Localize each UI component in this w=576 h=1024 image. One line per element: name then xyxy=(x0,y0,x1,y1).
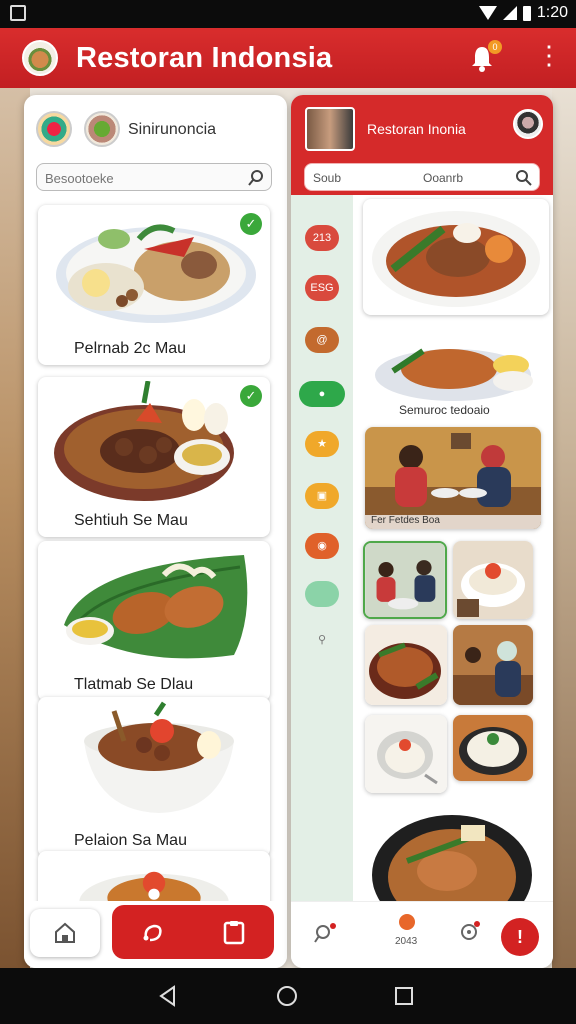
list-item[interactable]: Tlatmab Se Dlau xyxy=(38,541,270,701)
right-panel-header: Restoran Inonia Soub Ooanrb xyxy=(291,95,553,195)
food-image xyxy=(54,381,234,501)
search-icon[interactable] xyxy=(313,922,337,946)
search-filter-text: Soub xyxy=(313,171,342,185)
leaf-chip-icon[interactable] xyxy=(305,581,339,607)
grid-tile[interactable] xyxy=(367,815,537,901)
food-image xyxy=(453,541,533,619)
app-logo xyxy=(22,40,58,76)
status-bar: 1:20 xyxy=(0,0,576,28)
food-image xyxy=(372,211,540,307)
grid-tile[interactable] xyxy=(363,541,447,619)
bag-chip-icon[interactable]: ▣ xyxy=(305,483,339,509)
action-button-group[interactable] xyxy=(112,905,274,959)
photo-grid: Semuroc tedoaio Fer Fetdes Boa xyxy=(355,195,553,901)
restaurant-photo xyxy=(365,543,445,617)
food-image xyxy=(84,701,234,813)
food-image xyxy=(372,815,532,901)
grid-tile[interactable] xyxy=(453,625,533,705)
list-item[interactable]: ✓ Pelrnab 2c Mau xyxy=(38,205,270,365)
grid-tile[interactable]: Fer Fetdes Boa xyxy=(365,427,541,529)
item-label: Tlatmab Se Dlau xyxy=(74,676,194,693)
grid-tile[interactable] xyxy=(453,715,533,781)
route-icon[interactable] xyxy=(140,918,168,946)
search-icon[interactable] xyxy=(515,169,533,187)
right-panel: Restoran Inonia Soub Ooanrb 213 ESG @ ● … xyxy=(291,95,553,968)
food-image xyxy=(365,625,447,705)
check-icon[interactable]: ✓ xyxy=(240,385,262,407)
item-label: Pelaion Sa Mau xyxy=(74,832,187,849)
restaurant-photo xyxy=(365,427,541,529)
category-rail: 213 ESG @ ● ★ ▣ ◉ ⚲ xyxy=(291,195,353,901)
more-options-icon[interactable]: ⋮ xyxy=(536,42,562,72)
search-icon[interactable] xyxy=(247,169,265,187)
signal-icon xyxy=(502,6,517,20)
notification-badge: 0 xyxy=(488,40,502,54)
right-panel-title: Restoran Inonia xyxy=(367,121,466,137)
home-circle-icon[interactable] xyxy=(275,984,299,1008)
wifi-icon xyxy=(478,6,497,20)
grid-tile[interactable] xyxy=(453,541,533,619)
app-title: Restoran Indonsia xyxy=(76,42,333,74)
food-image xyxy=(56,224,256,323)
toggle-pill-icon[interactable]: ● xyxy=(299,381,345,407)
search-bar[interactable]: Soub Ooanrb xyxy=(304,163,540,191)
app-bar: Restoran Indonsia 0 ⋮ xyxy=(0,28,576,88)
clipboard-icon[interactable] xyxy=(220,918,248,946)
grid-tile[interactable] xyxy=(365,715,447,793)
right-bottom-nav: 2043 ! xyxy=(291,901,553,968)
battery-icon xyxy=(522,5,531,21)
left-panel: Sinirunoncia ✓ Pelrnab 2c Mau xyxy=(24,95,287,968)
tile-caption: Semuroc tedoaio xyxy=(399,403,490,417)
restaurant-photo xyxy=(453,625,533,705)
star-chip-icon[interactable]: ★ xyxy=(305,431,339,457)
nav-label: 2043 xyxy=(395,936,418,947)
spiral-icon[interactable]: @ xyxy=(305,327,339,353)
avatar[interactable] xyxy=(513,109,543,139)
list-item[interactable]: Pelaion Sa Mau xyxy=(38,697,270,857)
location-icon[interactable] xyxy=(399,914,415,930)
system-nav-bar xyxy=(0,968,576,1024)
grid-tile[interactable]: Semuroc tedoaio xyxy=(363,321,549,417)
status-icons: 1:20 xyxy=(478,4,568,22)
home-button[interactable] xyxy=(30,909,100,957)
search-query-text: Ooanrb xyxy=(423,171,464,185)
wrench-icon[interactable]: ⚲ xyxy=(305,627,339,653)
home-icon xyxy=(55,922,75,943)
background-scene-right xyxy=(552,88,576,968)
grid-tile[interactable] xyxy=(365,625,447,705)
left-bottom-nav xyxy=(24,901,287,968)
recents-icon[interactable] xyxy=(392,984,416,1008)
food-image xyxy=(365,715,447,793)
profile-photo[interactable] xyxy=(305,107,355,151)
rail-item[interactable]: ESG xyxy=(305,275,339,301)
food-image xyxy=(453,715,533,781)
avatar[interactable] xyxy=(84,111,120,147)
coin-chip-icon[interactable]: ◉ xyxy=(305,533,339,559)
check-icon[interactable]: ✓ xyxy=(240,213,262,235)
settings-icon[interactable] xyxy=(457,920,481,944)
status-time: 1:20 xyxy=(536,4,568,21)
item-label: Sehtiuh Se Mau xyxy=(74,512,188,529)
tile-caption: Fer Fetdes Boa xyxy=(371,515,440,526)
item-label: Pelrnab 2c Mau xyxy=(74,340,187,357)
search-bar[interactable] xyxy=(36,163,272,191)
search-input[interactable] xyxy=(43,168,237,188)
avatar[interactable] xyxy=(36,111,72,147)
alert-button[interactable]: ! xyxy=(501,918,539,956)
left-panel-header: Sinirunoncia xyxy=(24,95,287,161)
back-icon[interactable] xyxy=(156,984,180,1008)
food-image xyxy=(64,555,248,659)
rail-item[interactable]: 213 xyxy=(305,225,339,251)
left-panel-title: Sinirunoncia xyxy=(128,121,217,138)
screenshot-icon xyxy=(10,5,26,21)
grid-tile[interactable] xyxy=(363,199,549,315)
list-item[interactable]: ✓ Sehtiuh Se Mau xyxy=(38,377,270,537)
